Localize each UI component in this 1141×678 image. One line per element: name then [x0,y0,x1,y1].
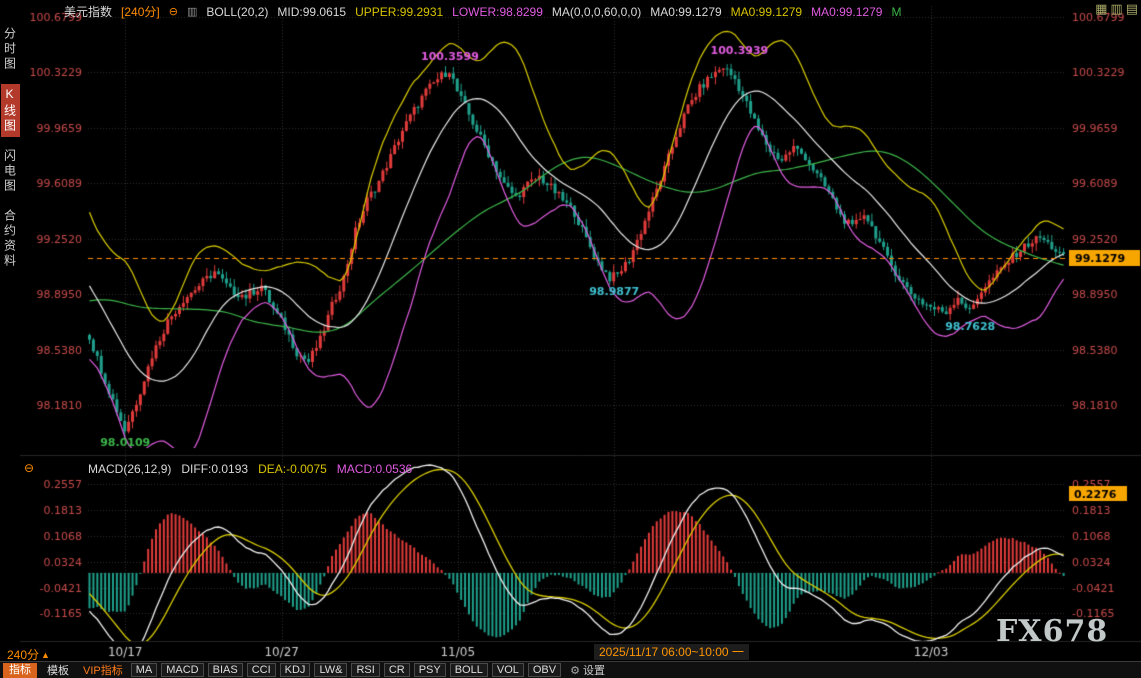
template-button[interactable]: 模板 [41,662,75,678]
lwr-button[interactable]: LW& [314,663,347,677]
sidebar-tab-time-chart[interactable]: 分时图 [1,24,20,75]
toolbar-item-label: VIP指标 [83,665,123,677]
window-controls: ▦▥ ▤ [1095,2,1138,15]
indicator-header: 美元指数 [240分] ⊖ ▥ BOLL(20,2) MID:99.0615 U… [64,3,901,20]
layout-grid-icon[interactable]: ▦ [1095,2,1107,15]
price-chart-canvas[interactable] [20,0,1141,661]
psy-button[interactable]: PSY [414,663,446,677]
gear-icon: ⚙ [570,664,580,677]
toolbar-item-label: MA [136,664,153,676]
toolbar-item-label: BOLL [455,664,483,676]
macd-macd-value: MACD:0.0536 [337,462,412,476]
toolbar-item-label: OBV [533,664,556,676]
toolbar-item-label: KDJ [285,664,306,676]
bias-button[interactable]: BIAS [208,663,243,677]
toolbar-item-label: LW& [319,664,342,676]
ma-button[interactable]: MA [131,663,158,677]
macd-diff-value: DIFF:0.0193 [181,462,248,476]
indicator-toolbar: 指标 模板 VIP指标 MA MACD BIAS CCI KDJ LW&RSI CR PSY BOLL… [0,661,1141,678]
boll-lower-value: LOWER:98.8299 [452,5,543,19]
toolbar-item-label: MACD [166,664,198,676]
vol-button[interactable]: VOL [492,663,524,677]
cci-button[interactable]: CCI [247,663,276,677]
boll-label: BOLL(20,2) [206,5,268,19]
boll-indicator-icon: ▥ [187,5,197,18]
fx678-watermark: FX678 [996,614,1108,649]
period-tag[interactable]: [240分] [121,3,160,20]
macd-legend: MACD(26,12,9) DIFF:0.0193 DEA:-0.0075 MA… [88,462,412,476]
macd-dea-value: DEA:-0.0075 [258,462,327,476]
toolbar-item-label: 指标 [9,664,31,676]
boll-button[interactable]: BOLL [450,663,488,677]
sidebar-tab-kline-chart[interactable]: K线图 [1,84,20,137]
vip-indicator-button[interactable]: VIP指标 [79,662,127,678]
layout-expand-icon[interactable]: ▤ [1126,2,1138,15]
macd-title: MACD(26,12,9) [88,462,171,476]
macd-collapse-icon[interactable]: ⊖ [24,461,34,475]
toolbar-item-label: 模板 [47,665,69,677]
crosshair-datetime-readout: 2025/11/17 06:00~10:00 一 [594,644,749,660]
toolbar-item-label: RSI [356,664,374,676]
toolbar-item-label: CR [389,664,405,676]
boll-upper-value: UPPER:99.2931 [355,5,443,19]
ma0-value-3: MA0:99.1279 [811,5,882,19]
symbol-title: 美元指数 [64,3,112,20]
trading-terminal: 美元指数 [240分] ⊖ ▥ BOLL(20,2) MID:99.0615 U… [0,0,1141,678]
toolbar-item-label: BIAS [213,664,238,676]
rsi-button[interactable]: RSI [351,663,379,677]
macd-button[interactable]: MACD [161,663,203,677]
obv-button[interactable]: OBV [528,663,561,677]
toolbar-item-label: PSY [419,664,441,676]
settings-button[interactable]: ⚙设置 [570,662,605,678]
kdj-button[interactable]: KDJ [280,663,311,677]
toolbar-item-label: 设置 [583,662,605,678]
ma-green-label: M [891,5,901,19]
ma-label: MA(0,0,0,60,0,0) [552,5,641,19]
layout-split-icon[interactable]: ▥ [1110,2,1122,15]
ma0-value-1: MA0:99.1279 [650,5,721,19]
boll-mid-value: MID:99.0615 [277,5,346,19]
sidebar-tab-contract-info[interactable]: 合约资料 [1,206,20,272]
indicator-button[interactable]: 指标 [3,663,37,678]
chart-type-sidebar: 分时图 K线图闪电图合约资料 [0,24,20,272]
ma0-value-2: MA0:99.1279 [731,5,802,19]
toolbar-item-label: CCI [252,664,271,676]
toolbar-item-label: VOL [497,664,519,676]
period-arrow-icon: ▲ [41,650,50,660]
sidebar-tab-flash-chart[interactable]: 闪电图 [1,146,20,197]
collapse-icon[interactable]: ⊖ [169,5,178,18]
cr-button[interactable]: CR [384,663,410,677]
